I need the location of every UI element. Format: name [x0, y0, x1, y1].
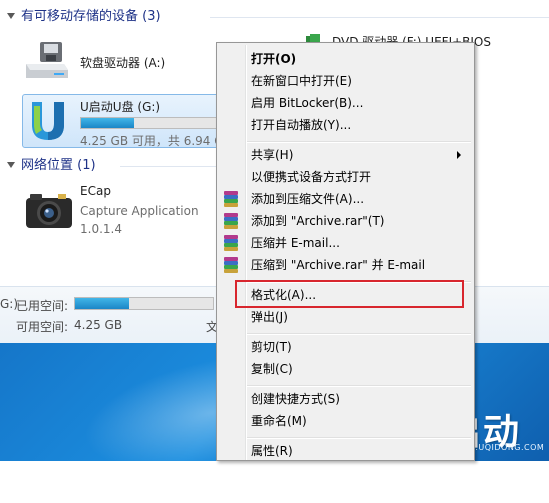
- collapse-triangle-icon[interactable]: [7, 162, 15, 168]
- floppy-drive-icon: [26, 42, 68, 78]
- menu-item-add-to-rar[interactable]: 添加到 "Archive.rar"(T): [251, 210, 384, 232]
- menu-item-open[interactable]: 打开(O): [251, 48, 296, 70]
- usb-drive-icon: [32, 102, 64, 140]
- usb-drive-label: U启动U盘 (G:): [80, 100, 161, 114]
- removable-storage-header-label: 有可移动存储的设备 (3): [21, 9, 161, 24]
- menu-separator: [247, 385, 471, 387]
- network-locations-header-label: 网络位置 (1): [21, 158, 96, 173]
- usb-capacity-fill: [81, 118, 135, 128]
- usb-usage-text: 4.25 GB 可用，共 6.94 G: [80, 134, 224, 148]
- ecap-network-item[interactable]: ECap Capture Application 1.0.1.4: [24, 184, 214, 240]
- menu-item-bitlocker[interactable]: 启用 BitLocker(B)...: [251, 92, 363, 114]
- details-used-fill: [75, 298, 129, 309]
- menu-item-compress-rar-email[interactable]: 压缩到 "Archive.rar" 并 E-mail: [251, 254, 425, 276]
- section-divider: [210, 17, 549, 18]
- ecap-description: Capture Application: [80, 204, 199, 218]
- menu-item-add-to-archive[interactable]: 添加到压缩文件(A)...: [251, 188, 364, 210]
- details-used-label: 已用空间:: [16, 299, 69, 313]
- floppy-drive-item[interactable]: 软盘驱动器 (A:): [24, 40, 214, 80]
- camera-icon: [26, 194, 72, 228]
- ecap-name: ECap: [80, 184, 111, 198]
- menu-separator: [247, 333, 471, 335]
- usb-drive-content: U启动U盘 (G:) 4.25 GB 可用，共 6.94 G: [24, 96, 224, 150]
- removable-storage-header[interactable]: 有可移动存储的设备 (3): [0, 7, 161, 27]
- menu-item-create-shortcut[interactable]: 创建快捷方式(S): [251, 388, 340, 410]
- menu-item-properties[interactable]: 属性(R): [251, 440, 293, 462]
- menu-item-copy[interactable]: 复制(C): [251, 358, 293, 380]
- winrar-icon: [223, 191, 239, 207]
- floppy-drive-label: 软盘驱动器 (A:): [80, 56, 166, 70]
- details-free-label: 可用空间:: [16, 320, 69, 334]
- menu-item-portable-open[interactable]: 以便携式设备方式打开: [251, 166, 371, 188]
- section-divider: [120, 166, 216, 167]
- menu-separator: [247, 141, 471, 143]
- format-highlight-annotation: [235, 280, 464, 308]
- menu-item-eject[interactable]: 弹出(J): [251, 306, 288, 328]
- menu-separator: [247, 437, 471, 439]
- winrar-icon: [223, 235, 239, 251]
- menu-item-cut[interactable]: 剪切(T): [251, 336, 292, 358]
- winrar-icon: [223, 257, 239, 273]
- submenu-arrow-icon: [457, 151, 461, 159]
- collapse-triangle-icon[interactable]: [7, 13, 15, 19]
- usb-capacity-bar: [80, 117, 218, 129]
- details-used-bar: [74, 297, 214, 310]
- menu-item-open-new-window[interactable]: 在新窗口中打开(E): [251, 70, 352, 92]
- network-locations-header[interactable]: 网络位置 (1): [0, 156, 96, 176]
- context-menu: 打开(O) 在新窗口中打开(E) 启用 BitLocker(B)... 打开自动…: [216, 42, 475, 461]
- menu-item-rename[interactable]: 重命名(M): [251, 410, 307, 432]
- menu-item-autoplay[interactable]: 打开自动播放(Y)...: [251, 114, 351, 136]
- menu-item-share[interactable]: 共享(H): [251, 144, 293, 166]
- menu-gutter-divider: [245, 45, 247, 460]
- menu-item-compress-email[interactable]: 压缩并 E-mail...: [251, 232, 340, 254]
- winrar-icon: [223, 213, 239, 229]
- details-free-value: 4.25 GB: [74, 318, 123, 332]
- ecap-version: 1.0.1.4: [80, 222, 122, 236]
